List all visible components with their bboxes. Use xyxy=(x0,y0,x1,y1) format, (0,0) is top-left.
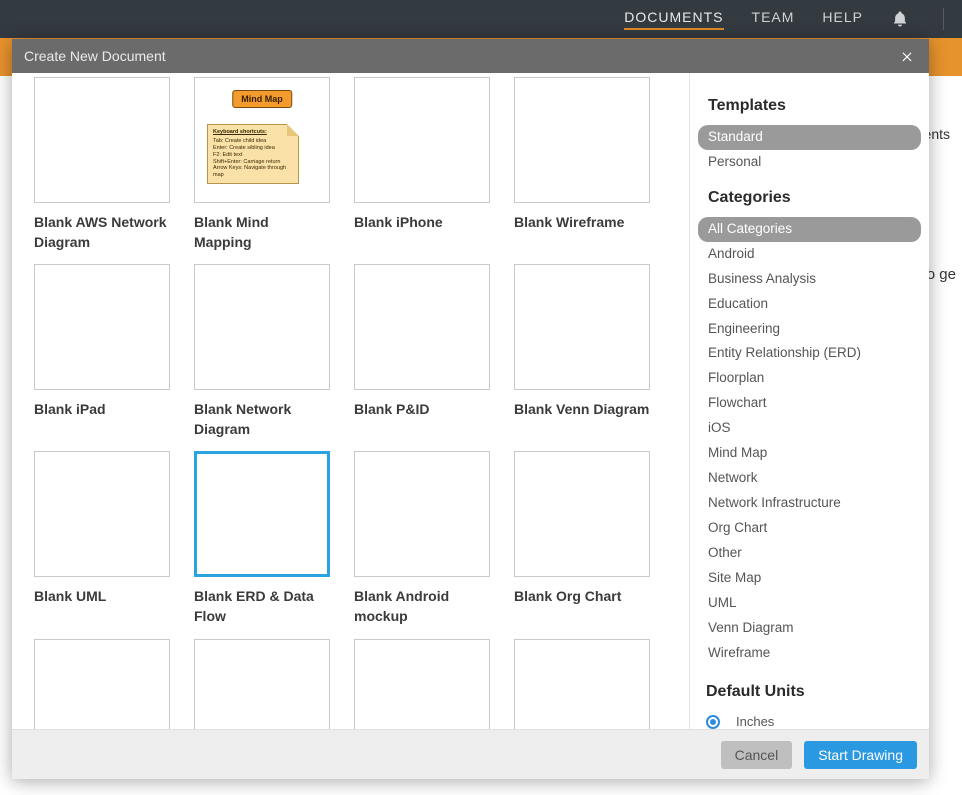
category-filter-item[interactable]: Venn Diagram xyxy=(698,616,921,641)
category-filter-item[interactable]: Entity Relationship (ERD) xyxy=(698,341,921,366)
category-filter-item[interactable]: UML xyxy=(698,591,921,616)
bell-icon[interactable] xyxy=(891,10,909,28)
templates-heading: Templates xyxy=(708,97,921,115)
template-item: Blank ERD & Data Flow xyxy=(194,451,330,626)
template-item: Blank iPhone xyxy=(354,77,490,252)
template-label: Blank AWS Network Diagram xyxy=(34,213,170,252)
template-thumb[interactable] xyxy=(194,264,330,390)
modal-title: Create New Document xyxy=(24,48,166,64)
template-thumb[interactable] xyxy=(514,451,650,577)
template-item: Blank UML xyxy=(34,451,170,626)
modal-header: Create New Document xyxy=(12,39,929,73)
category-filter-item[interactable]: Education xyxy=(698,292,921,317)
template-item: Blank iPad xyxy=(34,264,170,439)
category-filter-item[interactable]: Network xyxy=(698,466,921,491)
template-filter-item[interactable]: Standard xyxy=(698,125,921,150)
template-item xyxy=(514,639,650,729)
template-label: Blank Mind Mapping xyxy=(194,213,330,252)
start-drawing-button[interactable]: Start Drawing xyxy=(804,741,917,769)
template-thumb[interactable] xyxy=(354,77,490,203)
template-thumb[interactable] xyxy=(34,77,170,203)
template-thumb[interactable] xyxy=(194,639,330,729)
nav-separator xyxy=(943,8,944,30)
template-thumb[interactable] xyxy=(354,264,490,390)
template-thumb[interactable] xyxy=(354,639,490,729)
sidebar: Templates StandardPersonal Categories Al… xyxy=(689,73,929,729)
category-filter-item[interactable]: Business Analysis xyxy=(698,267,921,292)
template-thumb[interactable] xyxy=(194,451,330,577)
category-filter-item[interactable]: Other xyxy=(698,541,921,566)
template-label: Blank Org Chart xyxy=(514,587,650,607)
template-item: Blank Network Diagram xyxy=(194,264,330,439)
templates-pane[interactable]: Blank AWS Network Diagram Mind Map Keyboar… xyxy=(12,73,689,729)
category-filter-item[interactable]: Flowchart xyxy=(698,391,921,416)
template-item xyxy=(194,639,330,729)
nav-item-help[interactable]: HELP xyxy=(822,9,863,30)
template-label: Blank iPad xyxy=(34,400,170,420)
template-item: Blank P&ID xyxy=(354,264,490,439)
category-filter-item[interactable]: All Categories xyxy=(698,217,921,242)
template-item: Blank Venn Diagram xyxy=(514,264,650,439)
template-thumb[interactable] xyxy=(34,639,170,729)
template-thumb[interactable] xyxy=(514,639,650,729)
category-filter-item[interactable]: Mind Map xyxy=(698,441,921,466)
category-filter-item[interactable]: iOS xyxy=(698,416,921,441)
template-label: Blank Wireframe xyxy=(514,213,650,233)
category-filter-item[interactable]: Network Infrastructure xyxy=(698,491,921,516)
nav-item-team[interactable]: TEAM xyxy=(752,9,795,30)
template-item: Blank Org Chart xyxy=(514,451,650,626)
template-label: Blank UML xyxy=(34,587,170,607)
close-button[interactable] xyxy=(897,46,917,66)
category-filter-item[interactable]: Engineering xyxy=(698,317,921,342)
mindmap-sticky-note: Keyboard shortcuts:Tab: Create child ide… xyxy=(207,124,299,184)
category-filter-item[interactable]: Org Chart xyxy=(698,516,921,541)
default-units-section: Default Units InchesCentimeters xyxy=(698,683,921,729)
template-item: Mind Map Keyboard shortcuts:Tab: Create c… xyxy=(194,77,330,252)
modal-footer: Cancel Start Drawing xyxy=(12,729,929,779)
unit-label: Inches xyxy=(736,714,774,729)
template-filter-item[interactable]: Personal xyxy=(698,150,921,175)
categories-heading: Categories xyxy=(708,189,921,207)
template-label: Blank Android mockup xyxy=(354,587,490,626)
category-filter-item[interactable]: Android xyxy=(698,242,921,267)
create-document-modal: Create New Document Blank AWS Network Di… xyxy=(12,39,929,779)
template-label: Blank Venn Diagram xyxy=(514,400,650,420)
template-label: Blank iPhone xyxy=(354,213,490,233)
default-units-heading: Default Units xyxy=(706,683,921,701)
template-thumb[interactable] xyxy=(34,264,170,390)
category-filter-item[interactable]: Site Map xyxy=(698,566,921,591)
category-filter-item[interactable]: Floorplan xyxy=(698,366,921,391)
template-item: Blank Wireframe xyxy=(514,77,650,252)
radio-icon[interactable] xyxy=(706,715,720,729)
template-thumb[interactable]: Mind Map Keyboard shortcuts:Tab: Create c… xyxy=(194,77,330,203)
cancel-button[interactable]: Cancel xyxy=(721,741,793,769)
template-label: Blank P&ID xyxy=(354,400,490,420)
top-navbar: DOCUMENTS TEAM HELP xyxy=(0,0,962,38)
mindmap-badge: Mind Map xyxy=(232,90,292,108)
close-icon xyxy=(900,49,914,63)
template-thumb[interactable] xyxy=(354,451,490,577)
nav-item-documents[interactable]: DOCUMENTS xyxy=(624,9,723,30)
template-label: Blank Network Diagram xyxy=(194,400,330,439)
category-filter-item[interactable]: Wireframe xyxy=(698,641,921,666)
template-thumb[interactable] xyxy=(514,77,650,203)
template-label: Blank ERD & Data Flow xyxy=(194,587,330,626)
template-thumb[interactable] xyxy=(514,264,650,390)
template-item: Blank AWS Network Diagram xyxy=(34,77,170,252)
template-item xyxy=(354,639,490,729)
unit-option[interactable]: Inches xyxy=(702,711,921,729)
template-item xyxy=(34,639,170,729)
template-item: Blank Android mockup xyxy=(354,451,490,626)
template-thumb[interactable] xyxy=(34,451,170,577)
